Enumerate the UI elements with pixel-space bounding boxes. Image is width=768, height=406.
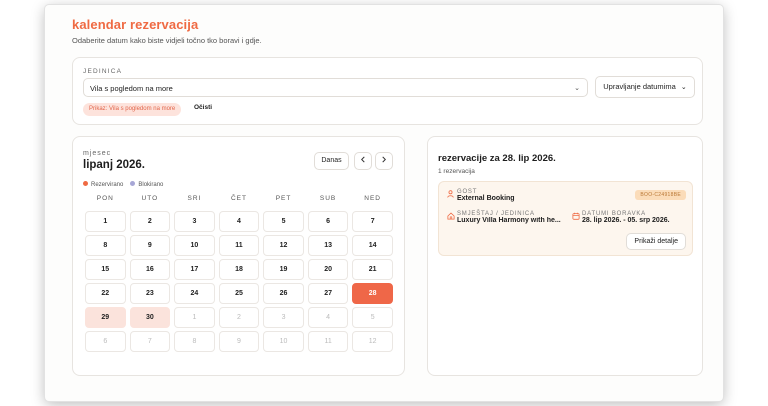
weekday-label: PON <box>96 195 114 202</box>
chevron-down-icon: ⌄ <box>680 84 687 91</box>
chevron-right-icon <box>382 156 386 163</box>
show-details-button[interactable]: Prikaži detalje <box>626 233 686 250</box>
unit-block: SMJEŠTAJ / JEDINICA Luxury Villa Harmony… <box>457 211 567 224</box>
weekday-label: PET <box>275 195 292 202</box>
calendar-icon <box>572 212 580 220</box>
calendar-day-outside: 7 <box>129 331 171 352</box>
calendar-day[interactable]: 15 <box>85 259 126 280</box>
calendar-day[interactable]: 22 <box>85 283 126 304</box>
house-icon <box>447 212 455 220</box>
dates-block: DATUMI BORAVKA 28. lip 2026. - 05. srp 2… <box>582 211 670 224</box>
calendar-day[interactable]: 1 <box>85 211 126 232</box>
calendar-day-outside: 8 <box>174 331 215 352</box>
reservations-count: 1 rezervacija <box>438 168 475 175</box>
calendar-day[interactable]: 28 <box>352 283 393 304</box>
legend-item-booked: Rezervirano <box>83 181 123 188</box>
calendar-day-outside: 5 <box>352 307 393 328</box>
next-month-button[interactable] <box>375 152 393 170</box>
legend-item-blocked: Blokirano <box>130 181 163 188</box>
calendar-day-outside: 9 <box>218 331 260 352</box>
manage-dates-label: Upravljanje datumima <box>603 82 676 91</box>
calendar-day-outside: 4 <box>307 307 349 328</box>
calendar-day[interactable]: 14 <box>352 235 393 256</box>
calendar-day[interactable]: 30 <box>129 307 171 328</box>
calendar-day[interactable]: 19 <box>263 259 304 280</box>
unit-select-value: Vila s pogledom na more <box>90 84 173 93</box>
calendar-day[interactable]: 13 <box>307 235 349 256</box>
reservations-title: rezervacije za 28. lip 2026. <box>438 153 556 164</box>
guest-block: GOST External Booking <box>457 189 515 202</box>
calendar-day-outside: 3 <box>263 307 304 328</box>
calendar-day[interactable]: 29 <box>85 307 126 328</box>
calendar-day-outside: 2 <box>218 307 260 328</box>
calendar-day-outside: 6 <box>85 331 126 352</box>
calendar-day[interactable]: 3 <box>174 211 215 232</box>
page-subtitle: Odaberite datum kako biste vidjeli točno… <box>72 36 262 45</box>
app-window: kalendar rezervacija Odaberite datum kak… <box>45 5 723 401</box>
manage-dates-button[interactable]: Upravljanje datumima ⌄ <box>595 76 695 98</box>
calendar-day[interactable]: 20 <box>307 259 349 280</box>
prev-month-button[interactable] <box>354 152 372 170</box>
calendar-month-title: lipanj 2026. <box>83 159 146 171</box>
reservations-card: rezervacije za 28. lip 2026. 1 rezervaci… <box>427 136 703 376</box>
calendar-day[interactable]: 10 <box>174 235 215 256</box>
legend-label: Blokirano <box>138 182 164 188</box>
calendar-day[interactable]: 2 <box>129 211 171 232</box>
unit-select[interactable]: Vila s pogledom na more ⌄ <box>83 78 588 97</box>
weekday-label: UTO <box>141 195 159 202</box>
calendar-day-grid: 1 2 3 4 5 6 7 8 9 10 11 12 13 14 15 16 17 18 19 20 21 22 23 24 2… <box>83 211 395 352</box>
calendar-day[interactable]: 11 <box>218 235 260 256</box>
calendar-day[interactable]: 9 <box>129 235 171 256</box>
calendar-day[interactable]: 16 <box>129 259 171 280</box>
calendar-day-outside: 12 <box>352 331 393 352</box>
chevron-down-icon: ⌄ <box>574 85 580 92</box>
active-filter-chip[interactable]: Prikaz: Vila s pogledom na more <box>83 103 182 116</box>
clear-filter-button[interactable]: Očisti <box>194 104 212 111</box>
dot-icon <box>83 181 88 186</box>
calendar-day[interactable]: 25 <box>218 283 260 304</box>
calendar-day[interactable]: 24 <box>174 283 215 304</box>
calendar-day[interactable]: 6 <box>307 211 349 232</box>
unit-name: Luxury Villa Harmony with he... <box>457 217 561 224</box>
person-icon <box>447 190 454 198</box>
guest-name: External Booking <box>457 195 515 202</box>
calendar-day[interactable]: 21 <box>352 259 393 280</box>
calendar-day-outside: 11 <box>307 331 349 352</box>
reservation-item[interactable]: GOST External Booking BOO-C24918BE SMJEŠ… <box>438 181 693 256</box>
calendar-day[interactable]: 4 <box>218 211 260 232</box>
calendar-day[interactable]: 5 <box>263 211 304 232</box>
weekday-label: ČET <box>230 195 247 202</box>
calendar-day[interactable]: 7 <box>352 211 393 232</box>
unit-filter-card: JEDINICA Vila s pogledom na more ⌄ Uprav… <box>72 57 703 125</box>
weekday-label: SUB <box>319 195 337 202</box>
chevron-left-icon <box>361 156 365 163</box>
calendar-day[interactable]: 8 <box>85 235 126 256</box>
calendar-day-outside: 1 <box>174 307 215 328</box>
calendar-day[interactable]: 18 <box>218 259 260 280</box>
calendar-day[interactable]: 27 <box>307 283 349 304</box>
booking-code-badge: BOO-C24918BE <box>635 190 686 200</box>
stay-dates: 28. lip 2026. - 05. srp 2026. <box>582 217 670 224</box>
today-button[interactable]: Danas <box>314 152 349 170</box>
dot-icon <box>130 181 136 186</box>
legend-label: Rezervirano <box>91 182 124 188</box>
calendar-day-outside: 10 <box>263 331 304 352</box>
unit-label: JEDINICA <box>83 68 123 75</box>
weekday-label: NED <box>364 195 382 202</box>
calendar-card: mjesec lipanj 2026. Danas Rezervirano Bl… <box>72 136 405 376</box>
calendar-day[interactable]: 17 <box>174 259 215 280</box>
weekday-label: SRI <box>187 195 202 202</box>
calendar-label: mjesec <box>83 150 112 157</box>
calendar-day[interactable]: 26 <box>263 283 304 304</box>
calendar-day[interactable]: 12 <box>263 235 304 256</box>
calendar-day[interactable]: 23 <box>129 283 171 304</box>
weekday-header: PON UTO SRI ČET PET SUB NED <box>83 195 395 202</box>
page-title: kalendar rezervacija <box>72 17 199 32</box>
calendar-legend: Rezervirano Blokirano <box>83 181 163 188</box>
